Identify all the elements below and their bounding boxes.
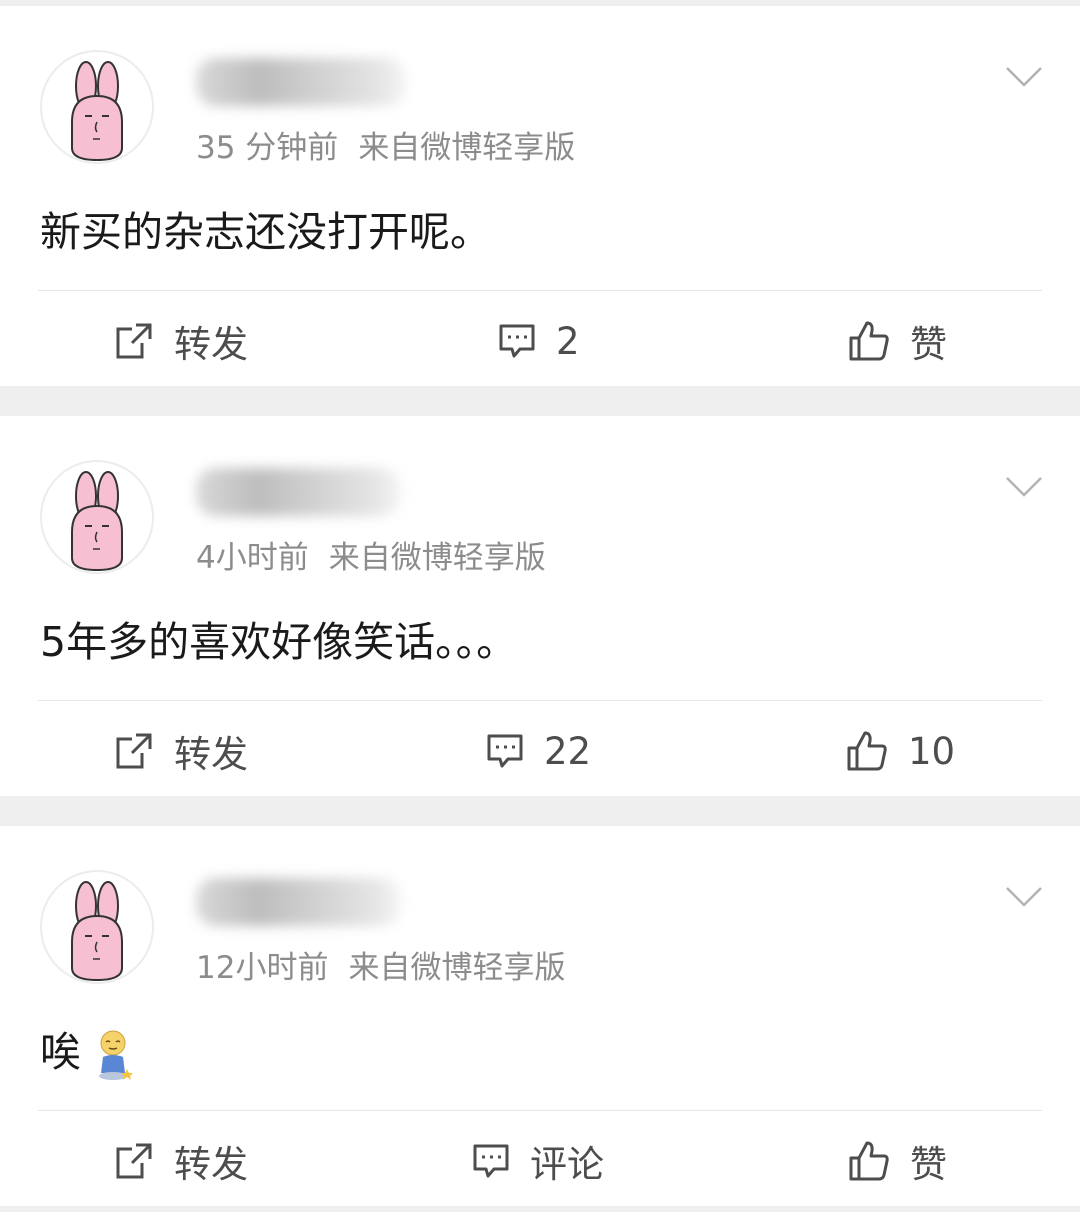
chevron-down-icon[interactable]: [1004, 64, 1044, 90]
thumbs-up-icon: [847, 731, 887, 771]
post-text: 5年多的喜欢好像笑话。。。: [40, 618, 518, 666]
comment-icon: [473, 1144, 509, 1178]
post-time: 35 分钟前: [196, 130, 339, 166]
like-label: 10: [908, 729, 956, 773]
post-time: 12小时前: [196, 950, 329, 986]
post-source: 来自微博轻享版: [328, 540, 546, 576]
comment-button[interactable]: 22: [486, 706, 591, 796]
post-text: 新买的杂志还没打开呢。: [40, 208, 491, 256]
chevron-down-icon[interactable]: [1004, 474, 1044, 500]
repost-label: 转发: [174, 733, 248, 776]
action-bar: 转发 评论 赞: [0, 1116, 1080, 1206]
weibo-comment-feed: 35 分钟前 来自微博轻享版 新买的杂志还没打开呢。 转发 2 赞 4小时前 来…: [0, 0, 1080, 1212]
like-button[interactable]: 赞: [848, 296, 947, 386]
comment-button[interactable]: 2: [498, 296, 580, 386]
divider: [38, 1110, 1042, 1111]
divider: [38, 290, 1042, 291]
divider: [38, 700, 1042, 701]
username-blurred[interactable]: [196, 58, 406, 106]
like-button[interactable]: 10: [846, 706, 955, 796]
comment-label: 2: [556, 319, 580, 363]
like-label: 赞: [910, 323, 947, 366]
post-meta: 4小时前 来自微博轻享版: [196, 532, 546, 577]
repost-label: 转发: [174, 323, 248, 366]
like-button[interactable]: 赞: [848, 1116, 947, 1206]
post-meta: 12小时前 来自微博轻享版: [196, 942, 565, 987]
repost-icon: [116, 733, 152, 769]
avatar[interactable]: [40, 870, 154, 984]
post-card[interactable]: 35 分钟前 来自微博轻享版 新买的杂志还没打开呢。 转发 2 赞: [0, 6, 1080, 386]
comment-icon: [487, 734, 523, 768]
feed-gap: [0, 796, 1080, 826]
repost-icon: [116, 1143, 152, 1179]
repost-button[interactable]: 转发: [114, 706, 248, 796]
avatar[interactable]: [40, 460, 154, 574]
post-source: 来自微博轻享版: [348, 950, 566, 986]
repost-button[interactable]: 转发: [114, 1116, 248, 1206]
repost-button[interactable]: 转发: [114, 296, 248, 386]
comment-label: 22: [544, 729, 592, 773]
avatar[interactable]: [40, 50, 154, 164]
action-bar: 转发 22 10: [0, 706, 1080, 796]
feed-gap: [0, 386, 1080, 416]
comment-label: 评论: [530, 1143, 604, 1186]
chevron-down-icon[interactable]: [1004, 884, 1044, 910]
action-bar: 转发 2 赞: [0, 296, 1080, 386]
post-time: 4小时前: [196, 540, 309, 576]
post-card[interactable]: 4小时前 来自微博轻享版 5年多的喜欢好像笑话。。。 转发 22 10: [0, 416, 1080, 796]
post-card[interactable]: 12小时前 来自微博轻享版 唉 转发 评论 赞: [0, 826, 1080, 1206]
username-blurred[interactable]: [196, 468, 401, 516]
username-blurred[interactable]: [196, 878, 401, 926]
comment-button[interactable]: 评论: [472, 1116, 604, 1206]
post-meta: 35 分钟前 来自微博轻享版: [196, 122, 575, 167]
sigh-figure-emoji: [93, 1029, 135, 1081]
post-text: 唉: [40, 1028, 81, 1076]
like-label: 赞: [910, 1143, 947, 1186]
thumbs-up-icon: [849, 1141, 889, 1181]
post-source: 来自微博轻享版: [358, 130, 576, 166]
thumbs-up-icon: [849, 321, 889, 361]
comment-icon: [499, 324, 535, 358]
feed-gap: [0, 1206, 1080, 1212]
repost-label: 转发: [174, 1143, 248, 1186]
post-body: 唉: [40, 1018, 135, 1081]
repost-icon: [116, 323, 152, 359]
